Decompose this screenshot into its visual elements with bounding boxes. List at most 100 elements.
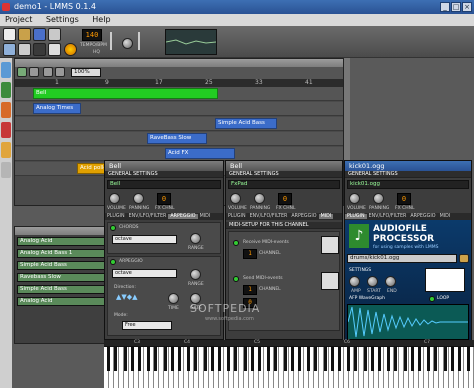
root-directory-icon[interactable]	[1, 162, 11, 178]
loop-toggle[interactable]	[429, 296, 435, 302]
direction-arrows-icon[interactable]: ▲▼◆▲	[116, 293, 156, 303]
octave-label: C3	[134, 340, 141, 345]
instrument-name-field[interactable]: kick01.ogg	[347, 180, 469, 189]
bar-marker: 41	[305, 79, 313, 86]
play-icon[interactable]	[17, 67, 27, 77]
song-editor-icon[interactable]	[3, 43, 16, 56]
master-pitch-knob[interactable]	[122, 38, 133, 49]
add-bb-track-icon[interactable]	[43, 67, 53, 77]
general-settings-header: GENERAL SETTINGS	[105, 171, 223, 178]
watermark-url: www.softpedia.com	[205, 316, 254, 322]
sample-waveform	[347, 304, 469, 340]
fx-channel-display[interactable]: 0	[278, 193, 292, 205]
tab-env-lfo-filter[interactable]: ENV/LFO/FILTER	[248, 214, 290, 219]
tab-env-lfo-filter[interactable]: ENV/LFO/FILTER	[367, 214, 409, 219]
piano-roll-icon[interactable]	[33, 43, 46, 56]
tab-arpeggio[interactable]: ARPEGGIO	[168, 214, 198, 219]
panning-knob[interactable]	[373, 193, 384, 204]
instrument-name-field[interactable]: FxPad	[228, 180, 340, 189]
arp-range-knob[interactable]	[190, 269, 201, 280]
bb-track-row[interactable]: Analog Acid	[17, 297, 111, 306]
mode-select[interactable]: Free	[122, 321, 172, 330]
tab-arpeggio[interactable]: ARPEGGIO	[289, 214, 318, 219]
arp-time-knob[interactable]	[168, 293, 179, 304]
arpeggio-select[interactable]: octave	[112, 269, 177, 278]
bb-track-row[interactable]: Simple Acid Bass	[17, 261, 111, 270]
instrument-name-field[interactable]: Bell	[107, 180, 221, 189]
tab-midi[interactable]: MIDI	[198, 214, 213, 219]
chord-range-knob[interactable]	[190, 233, 201, 244]
menu-help[interactable]: Help	[92, 15, 110, 24]
my-presets-icon[interactable]	[1, 122, 11, 138]
bb-track-row[interactable]: Analog Acid Bass 1	[17, 249, 111, 258]
send-channel-display[interactable]: 1	[243, 285, 257, 295]
automation-icon[interactable]	[48, 43, 61, 56]
pattern-clip[interactable]: Bell	[33, 88, 218, 99]
volume-knob[interactable]	[109, 193, 120, 204]
tab-plugin[interactable]: PLUGIN	[226, 214, 248, 219]
instrument-plugins-icon[interactable]	[1, 62, 11, 78]
black-keys[interactable]	[104, 347, 474, 371]
panning-knob[interactable]	[133, 193, 144, 204]
bb-track-row[interactable]: Ravebass Slow	[17, 273, 111, 282]
panning-label: PANNING	[129, 206, 150, 211]
fx-mixer-icon[interactable]	[64, 43, 77, 56]
chords-toggle[interactable]	[110, 225, 116, 231]
add-sample-track-icon[interactable]	[55, 67, 65, 77]
track-row: Bell	[15, 87, 343, 101]
my-samples-icon[interactable]	[1, 102, 11, 118]
tempo-display[interactable]: 140	[82, 29, 102, 41]
master-pitch-slider[interactable]	[138, 32, 152, 50]
timeline[interactable]: 1 9 17 25 33 41	[15, 79, 343, 87]
octave-label: C7	[424, 340, 431, 345]
receive-channel-display[interactable]: 1	[243, 249, 257, 259]
tab-midi[interactable]: MIDI	[438, 214, 453, 219]
pattern-clip[interactable]: Simple Acid Bass	[215, 118, 277, 129]
new-project-icon[interactable]	[3, 28, 16, 41]
send-midi-toggle[interactable]	[233, 276, 239, 282]
logo-line2: PROCESSOR	[373, 234, 435, 244]
piano-keyboard[interactable]	[104, 346, 474, 388]
bb-editor-icon[interactable]	[18, 43, 31, 56]
my-projects-icon[interactable]	[1, 82, 11, 98]
start-knob[interactable]	[367, 276, 378, 287]
fx-channel-display[interactable]: 0	[157, 193, 171, 205]
export-icon[interactable]	[48, 28, 61, 41]
tab-arpeggio[interactable]: ARPEGGIO	[408, 214, 437, 219]
tab-plugin[interactable]: PLUGIN	[105, 214, 127, 219]
minimize-button[interactable]: _	[440, 2, 450, 12]
stop-icon[interactable]	[29, 67, 39, 77]
sample-file-field[interactable]: drums/kick01.ogg	[347, 254, 457, 263]
my-home-icon[interactable]	[1, 142, 11, 158]
amp-label: AMP	[351, 289, 361, 294]
tab-env-lfo-filter[interactable]: ENV/LFO/FILTER	[127, 214, 169, 219]
save-icon[interactable]	[33, 28, 46, 41]
maximize-button[interactable]: □	[451, 2, 461, 12]
bb-track-row[interactable]: Simple Acid Bass	[17, 285, 111, 294]
pattern-clip[interactable]: Acid FX	[165, 148, 235, 159]
amp-knob[interactable]	[349, 276, 360, 287]
window-title: demo1 - LMMS 0.1.4	[14, 2, 96, 11]
end-knob[interactable]	[385, 276, 396, 287]
tab-plugin[interactable]: PLUGIN	[345, 214, 367, 219]
volume-knob[interactable]	[230, 193, 241, 204]
track-row: Acid FX	[15, 147, 343, 161]
close-button[interactable]: ×	[462, 2, 472, 12]
arpeggio-toggle[interactable]	[110, 259, 116, 265]
chord-select[interactable]: octave	[112, 235, 177, 244]
tab-midi[interactable]: MIDI	[318, 214, 334, 219]
open-sample-icon[interactable]	[459, 254, 469, 263]
volume-label: VOLUME	[107, 206, 126, 211]
open-project-icon[interactable]	[18, 28, 31, 41]
volume-knob[interactable]	[349, 193, 360, 204]
receive-midi-toggle[interactable]	[233, 240, 239, 246]
pattern-clip[interactable]: RaveBass Slow	[147, 133, 207, 144]
panning-knob[interactable]	[254, 193, 265, 204]
bb-track-row[interactable]: Analog Acid	[17, 237, 111, 246]
arp-range-label: RANGE	[188, 282, 204, 287]
zoom-combo[interactable]: 100%	[71, 68, 101, 77]
menu-project[interactable]: Project	[5, 15, 32, 24]
menu-settings[interactable]: Settings	[46, 15, 79, 24]
fx-channel-display[interactable]: 0	[397, 193, 411, 205]
pattern-clip[interactable]: Analog Times	[33, 103, 81, 114]
